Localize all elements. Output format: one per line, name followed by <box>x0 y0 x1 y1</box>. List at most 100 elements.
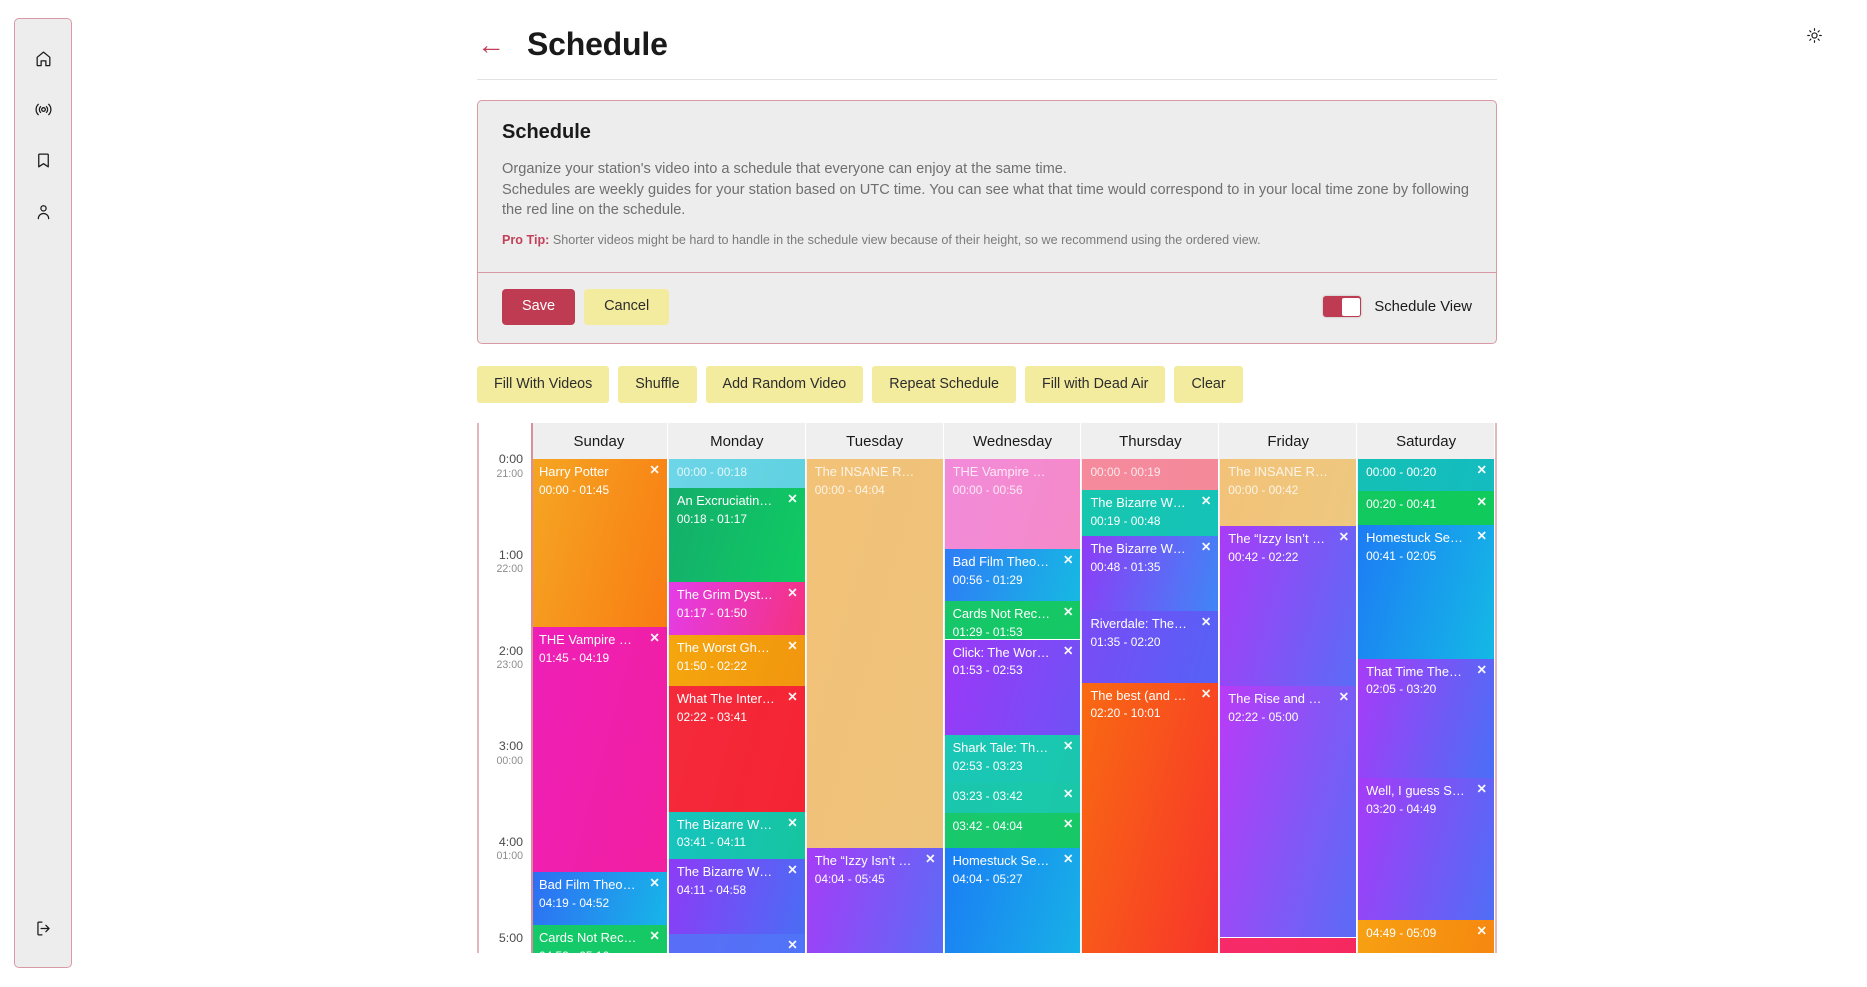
schedule-view-toggle[interactable] <box>1323 296 1362 318</box>
toggle-knob <box>1341 297 1360 316</box>
schedule-event[interactable]: The Rise and … 02:22 - 05:00 ✕ <box>1220 685 1357 938</box>
remove-event-icon[interactable]: ✕ <box>649 464 659 477</box>
remove-event-icon[interactable]: ✕ <box>787 939 797 952</box>
sidebar-item-broadcast[interactable] <box>30 96 56 122</box>
schedule-event[interactable]: The Bizarre W… 04:11 - 04:58 ✕ <box>668 859 805 935</box>
remove-event-icon[interactable]: ✕ <box>1201 688 1211 701</box>
schedule-event[interactable]: ✕ <box>668 934 805 954</box>
remove-event-icon[interactable]: ✕ <box>1201 541 1211 554</box>
schedule-event[interactable]: The Worst Gh… 01:50 - 02:22 ✕ <box>668 634 805 686</box>
remove-event-icon[interactable]: ✕ <box>1201 495 1211 508</box>
schedule-event[interactable]: Cards Not Rec… 01:29 - 01:53 ✕ <box>944 601 1081 640</box>
remove-event-icon[interactable]: ✕ <box>787 691 797 704</box>
schedule-event[interactable]: The INSANE R… 00:00 - 04:04 <box>806 459 943 849</box>
schedule-event[interactable]: 00:00 - 00:20 ✕ <box>1358 459 1495 492</box>
schedule-event[interactable]: Homestuck Se… 04:04 - 05:27 ✕ <box>944 848 1081 954</box>
schedule-event[interactable]: 00:00 - 00:19 <box>1082 459 1219 490</box>
remove-event-icon[interactable]: ✕ <box>649 632 659 645</box>
action-button-fill-with-dead-air[interactable]: Fill with Dead Air <box>1024 365 1166 404</box>
event-time-range: 00:41 - 02:05 <box>1366 548 1437 563</box>
remove-event-icon[interactable]: ✕ <box>1063 853 1073 866</box>
action-button-fill-with-videos[interactable]: Fill With Videos <box>477 365 610 404</box>
schedule-event[interactable]: Cards Not Rec… 04:52 - 05:16 ✕ <box>531 924 667 954</box>
schedule-event[interactable]: 04:49 - 05:09 ✕ <box>1358 919 1495 954</box>
schedule-event[interactable]: Shark Tale: Th… 02:53 - 03:23 ✕ <box>944 735 1081 783</box>
schedule-event[interactable]: An Excruciatin… 00:18 - 01:17 ✕ <box>668 488 805 583</box>
remove-event-icon[interactable]: ✕ <box>1477 530 1487 543</box>
time-label-5-00: 5:00 <box>499 931 523 944</box>
event-time-range: 04:04 - 05:45 <box>814 872 885 887</box>
remove-event-icon[interactable]: ✕ <box>787 864 797 877</box>
schedule-event[interactable]: The best (and … 02:20 - 10:01 ✕ <box>1082 682 1219 954</box>
remove-event-icon[interactable]: ✕ <box>787 817 797 830</box>
schedule-event[interactable]: That Time The… 02:05 - 03:20 ✕ <box>1358 658 1495 779</box>
remove-event-icon[interactable]: ✕ <box>1063 554 1073 567</box>
action-button-shuffle[interactable]: Shuffle <box>618 365 697 404</box>
sidebar-item-home[interactable] <box>30 45 56 71</box>
event-title: The Rise and … <box>1228 691 1322 706</box>
remove-event-icon[interactable]: ✕ <box>787 587 797 600</box>
remove-event-icon[interactable]: ✕ <box>1063 644 1073 658</box>
day-body-saturday: 00:00 - 00:20 ✕ 00:20 - 00:41 ✕ Homestuck Se… <box>1358 459 1495 954</box>
action-button-repeat-schedule[interactable]: Repeat Schedule <box>872 365 1016 404</box>
remove-event-icon[interactable]: ✕ <box>1063 606 1073 619</box>
event-time-range: 00:00 - 04:04 <box>814 483 885 498</box>
event-time-range: 00:48 - 01:35 <box>1090 559 1161 574</box>
event-time-range: 04:49 - 05:09 <box>1366 925 1437 940</box>
schedule-event[interactable] <box>1220 937 1357 954</box>
cancel-button[interactable]: Cancel <box>584 288 670 325</box>
remove-event-icon[interactable]: ✕ <box>1477 664 1487 677</box>
schedule-event[interactable]: Homestuck Se… 00:41 - 02:05 ✕ <box>1358 524 1495 659</box>
info-panel-body: Schedule Organize your station's video i… <box>478 101 1496 272</box>
day-body-friday: The INSANE R… 00:00 - 00:42 The “Izzy Isn’… <box>1220 459 1357 954</box>
main-content: ← Schedule Schedule Organize your statio… <box>477 0 1497 987</box>
schedule-event[interactable]: THE Vampire … 01:45 - 04:19 ✕ <box>531 626 667 873</box>
sun-icon[interactable] <box>1801 22 1827 48</box>
schedule-event[interactable]: The Grim Dyst… 01:17 - 01:50 ✕ <box>668 582 805 635</box>
remove-event-icon[interactable]: ✕ <box>925 853 935 866</box>
remove-event-icon[interactable]: ✕ <box>1339 531 1349 544</box>
remove-event-icon[interactable]: ✕ <box>1063 788 1073 801</box>
schedule-event[interactable]: Riverdale: The… 01:35 - 02:20 ✕ <box>1082 610 1219 683</box>
schedule-event[interactable]: 03:42 - 04:04 ✕ <box>944 813 1081 849</box>
schedule-event[interactable]: 00:00 - 00:18 <box>668 459 805 489</box>
schedule-event[interactable]: 00:20 - 00:41 ✕ <box>1358 491 1495 525</box>
sidebar-item-profile[interactable] <box>30 198 56 224</box>
schedule-event[interactable]: Click: The Wor… 01:53 - 02:53 ✕ <box>944 639 1081 736</box>
remove-event-icon[interactable]: ✕ <box>1063 818 1073 831</box>
schedule-event[interactable]: Bad Film Theo… 00:56 - 01:29 ✕ <box>944 548 1081 602</box>
schedule-event[interactable]: THE Vampire … 00:00 - 00:56 <box>944 459 1081 549</box>
remove-event-icon[interactable]: ✕ <box>1339 691 1349 704</box>
schedule-event[interactable]: The Bizarre W… 00:19 - 00:48 ✕ <box>1082 489 1219 536</box>
event-time-range: 00:56 - 01:29 <box>952 572 1023 587</box>
schedule-event[interactable]: The Bizarre W… 00:48 - 01:35 ✕ <box>1082 535 1219 611</box>
schedule-event[interactable]: Well, I guess S… 03:20 - 04:49 ✕ <box>1358 778 1495 920</box>
action-button-clear[interactable]: Clear <box>1174 365 1243 404</box>
schedule-event[interactable]: The INSANE R… 00:00 - 00:42 <box>1220 459 1357 527</box>
back-button[interactable]: ← <box>477 30 505 59</box>
remove-event-icon[interactable]: ✕ <box>1477 925 1487 938</box>
time-label-utc: 1:00 <box>498 548 523 563</box>
remove-event-icon[interactable]: ✕ <box>1201 616 1211 629</box>
day-body-wednesday: THE Vampire … 00:00 - 00:56 Bad Film Theo…… <box>944 459 1082 954</box>
remove-event-icon[interactable]: ✕ <box>1477 496 1487 509</box>
schedule-event[interactable]: 03:23 - 03:42 ✕ <box>944 782 1081 814</box>
remove-event-icon[interactable]: ✕ <box>787 640 797 653</box>
schedule-event[interactable]: Bad Film Theo… 04:19 - 04:52 ✕ <box>531 872 667 925</box>
remove-event-icon[interactable]: ✕ <box>787 493 797 506</box>
schedule-event[interactable]: The “Izzy Isn’t … 00:42 - 02:22 ✕ <box>1220 526 1357 686</box>
schedule-event[interactable]: What The Inter… 02:22 - 03:41 ✕ <box>668 685 805 812</box>
remove-event-icon[interactable]: ✕ <box>1477 464 1487 477</box>
logout-icon[interactable] <box>30 915 56 941</box>
remove-event-icon[interactable]: ✕ <box>1063 740 1073 753</box>
sidebar-item-bookmark[interactable] <box>30 147 56 173</box>
action-button-add-random-video[interactable]: Add Random Video <box>705 365 864 404</box>
schedule-event[interactable]: The Bizarre W… 03:41 - 04:11 ✕ <box>668 811 805 860</box>
event-title: THE Vampire … <box>539 632 632 647</box>
schedule-event[interactable]: The “Izzy Isn’t … 04:04 - 05:45 ✕ <box>806 848 943 954</box>
remove-event-icon[interactable]: ✕ <box>1477 783 1487 796</box>
remove-event-icon[interactable]: ✕ <box>649 877 659 890</box>
remove-event-icon[interactable]: ✕ <box>649 930 659 943</box>
save-button[interactable]: Save <box>502 288 576 325</box>
schedule-event[interactable]: Harry Potter 00:00 - 01:45 ✕ <box>531 459 667 627</box>
